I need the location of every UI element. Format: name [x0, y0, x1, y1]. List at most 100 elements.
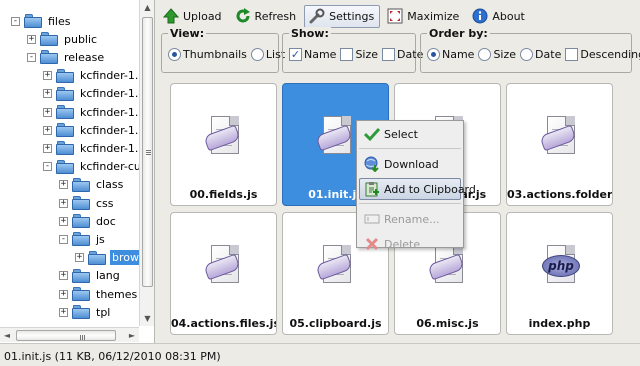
tree-item-label: release	[64, 50, 105, 64]
view-list-radio[interactable]	[250, 48, 264, 61]
show-name-label: Name	[304, 48, 337, 61]
script-file-icon	[315, 114, 357, 160]
show-size-label: Size	[355, 48, 379, 61]
tree-item[interactable]: + lang	[59, 267, 122, 285]
tree-item[interactable]: + themes	[59, 285, 139, 303]
order-descending-option[interactable]: Descending	[565, 48, 640, 61]
scroll-down-arrow-icon[interactable]: ▼	[140, 311, 154, 326]
expand-toggle[interactable]: +	[43, 125, 52, 135]
settings-button[interactable]: Settings	[304, 4, 381, 28]
maximize-label: Maximize	[407, 9, 460, 23]
file-name: 03.actions.folders.js	[507, 188, 612, 201]
menu-item-select-label: Select	[384, 127, 418, 141]
tree-item[interactable]: - js	[59, 230, 107, 248]
collapse-toggle[interactable]: -	[27, 52, 36, 62]
folder-icon	[56, 123, 74, 138]
order-size-radio[interactable]	[478, 48, 492, 61]
menu-item-select[interactable]: Select	[359, 123, 461, 145]
scroll-up-arrow-icon[interactable]: ▲	[140, 0, 154, 15]
expand-toggle[interactable]: +	[59, 216, 68, 226]
tree-item[interactable]: + kcfinder-1.5	[43, 103, 147, 121]
expand-toggle[interactable]: +	[59, 271, 68, 281]
show-size-option[interactable]: Size	[340, 48, 378, 61]
maximize-button[interactable]: Maximize	[382, 5, 465, 28]
menu-item-delete[interactable]: Delete	[359, 233, 461, 255]
expand-toggle[interactable]: +	[75, 253, 84, 263]
folder-icon	[88, 250, 106, 265]
collapse-toggle[interactable]: -	[43, 162, 52, 172]
file-tile[interactable]: 00.fields.js	[170, 83, 277, 206]
tree-item[interactable]: + css	[59, 194, 116, 212]
tree-item[interactable]: + class	[59, 176, 125, 194]
show-name-option[interactable]: ✓ Name	[289, 48, 336, 61]
refresh-button[interactable]: Refresh	[230, 5, 303, 28]
show-date-option[interactable]: Date	[382, 48, 423, 61]
scroll-left-arrow-icon[interactable]: ◄	[0, 328, 14, 343]
refresh-label: Refresh	[254, 9, 297, 23]
about-label: About	[492, 9, 525, 23]
order-date-radio[interactable]	[520, 48, 534, 61]
menu-item-delete-label: Delete	[384, 237, 421, 251]
expand-toggle[interactable]: +	[59, 198, 68, 208]
scrollbar-thumb[interactable]	[16, 330, 116, 341]
file-tile[interactable]: 04.actions.files.js	[170, 212, 277, 335]
file-tile[interactable]: php index.php	[506, 212, 613, 335]
expand-toggle[interactable]: +	[27, 34, 36, 44]
folder-icon	[72, 177, 90, 192]
order-name-option[interactable]: Name	[427, 48, 474, 61]
tree-item[interactable]: + kcfinder-1.4	[43, 85, 147, 103]
expand-toggle[interactable]: +	[43, 143, 52, 153]
tree-item-label: doc	[96, 214, 116, 228]
expand-toggle[interactable]: +	[59, 289, 68, 299]
tree-item-label: files	[48, 14, 71, 28]
folder-icon	[72, 214, 90, 229]
status-text: 01.init.js (11 KB, 06/12/2010 08:31 PM)	[4, 350, 221, 363]
tree-item[interactable]: + tpl	[59, 303, 112, 321]
info-icon	[472, 8, 488, 24]
show-date-checkbox[interactable]	[382, 48, 396, 61]
tree-item[interactable]: + kcfinder-1.3	[43, 67, 147, 85]
show-name-checkbox[interactable]: ✓	[289, 48, 302, 61]
tree-item[interactable]: - release	[27, 48, 106, 66]
expand-toggle[interactable]: +	[43, 71, 52, 81]
order-descending-checkbox[interactable]	[565, 48, 579, 61]
collapse-toggle[interactable]: -	[59, 234, 68, 244]
menu-item-add-to-clipboard[interactable]: Add to Clipboard	[359, 178, 476, 200]
menu-item-download[interactable]: Download	[359, 153, 461, 175]
order-name-radio[interactable]	[427, 48, 440, 61]
view-thumbnails-radio[interactable]	[168, 48, 181, 61]
expand-toggle[interactable]: +	[59, 180, 68, 190]
tree-item[interactable]: + doc	[59, 212, 118, 230]
collapse-toggle[interactable]: -	[11, 16, 20, 26]
view-list-option[interactable]: List	[250, 48, 285, 61]
scroll-right-arrow-icon[interactable]: ►	[125, 328, 139, 343]
file-name: 06.misc.js	[416, 317, 479, 330]
folder-icon	[56, 86, 74, 101]
tree-horizontal-scrollbar[interactable]: ◄ ►	[0, 327, 139, 342]
checkmark-icon	[363, 126, 381, 142]
order-name-label: Name	[442, 48, 475, 61]
tree-item[interactable]: + kcfinder-1.6	[43, 121, 147, 139]
upload-button[interactable]: Upload	[158, 5, 228, 28]
order-date-option[interactable]: Date	[520, 48, 561, 61]
folder-icon	[56, 105, 74, 119]
scrollbar-thumb[interactable]	[142, 17, 153, 287]
tree-vertical-scrollbar[interactable]: ▲ ▼	[139, 0, 154, 326]
expand-toggle[interactable]: +	[59, 307, 68, 317]
show-size-checkbox[interactable]	[340, 48, 354, 61]
expand-toggle[interactable]: +	[43, 89, 52, 99]
tree-item[interactable]: + kcfinder-1.7	[43, 139, 147, 157]
expand-toggle[interactable]: +	[43, 107, 52, 117]
order-size-option[interactable]: Size	[478, 48, 516, 61]
view-thumbnails-option[interactable]: Thumbnails	[168, 48, 247, 61]
menu-item-rename-label: Rename...	[384, 212, 440, 226]
menu-item-rename[interactable]: Rename...	[359, 208, 461, 230]
tree-item[interactable]: + public	[27, 30, 99, 48]
tree-item-label: public	[64, 32, 98, 46]
file-tile[interactable]: 03.actions.folders.js	[506, 83, 613, 206]
upload-label: Upload	[183, 9, 222, 23]
script-file-icon	[315, 243, 357, 289]
about-button[interactable]: About	[467, 5, 531, 28]
folder-icon	[72, 196, 90, 210]
tree-item[interactable]: - files	[11, 12, 72, 30]
